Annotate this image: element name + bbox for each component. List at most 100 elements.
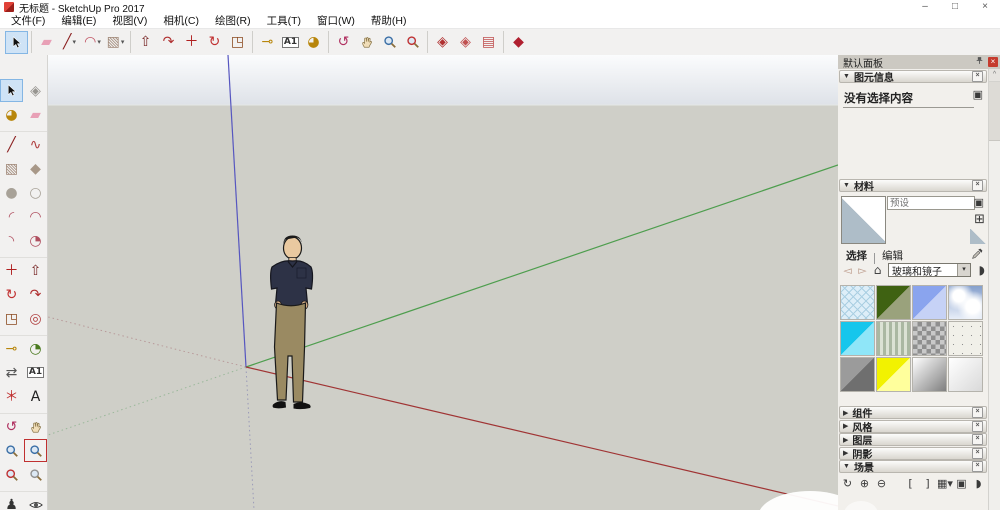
material-swatch-glass-cyan[interactable] — [840, 321, 875, 356]
menu-item-edit[interactable]: 编辑(E) — [53, 14, 104, 28]
default-material-button[interactable] — [970, 229, 986, 244]
scale-tool[interactable]: ◳ — [0, 307, 23, 330]
extension-icon-2[interactable]: ◈ — [454, 31, 477, 54]
material-swatch-glass-yellow[interactable] — [876, 357, 911, 392]
extension-icon-4[interactable]: ◆ — [507, 31, 530, 54]
tray-close-button[interactable]: × — [988, 57, 998, 67]
tape-measure-tool[interactable]: ⊸ — [0, 337, 23, 360]
update-scene-button[interactable]: ↻ — [840, 477, 855, 490]
forward-arrow-icon[interactable]: ▻ — [855, 264, 870, 277]
material-swatch-glass-obscure-speckle[interactable] — [948, 321, 983, 356]
followme-tool[interactable]: ↷ — [157, 31, 180, 54]
orbit-tool[interactable]: ↺ — [332, 31, 355, 54]
collection-details-button[interactable]: ◗ — [979, 263, 985, 277]
rectangle-tool[interactable]: ▧ ▾ — [104, 31, 127, 54]
entity-info-details-button[interactable]: ▣ — [973, 88, 983, 101]
create-material-button[interactable]: ⊞ — [974, 212, 985, 227]
previous-view-tool[interactable] — [24, 463, 47, 486]
chevron-down-icon[interactable]: ▾ — [957, 264, 970, 276]
freehand-tool[interactable]: ∿ — [24, 133, 47, 156]
material-swatch-mirror-metal[interactable] — [912, 357, 947, 392]
pie-tool[interactable]: ◔ — [24, 229, 47, 252]
scale-tool[interactable]: ◳ — [226, 31, 249, 54]
menu-item-file[interactable]: 文件(F) — [3, 14, 53, 28]
model-viewport[interactable] — [48, 55, 838, 510]
offset-tool[interactable]: ◎ — [24, 307, 47, 330]
components-close-button[interactable]: × — [972, 407, 983, 418]
menu-item-window[interactable]: 窗口(W) — [309, 14, 363, 28]
material-name-input[interactable] — [887, 196, 975, 210]
arc-tool[interactable]: ◠ ▾ — [81, 31, 104, 54]
axes-tool[interactable]: ＊ — [0, 385, 23, 408]
rotate-tool[interactable]: ↻ — [203, 31, 226, 54]
shadows-close-button[interactable]: × — [972, 447, 983, 459]
rotate-tool[interactable]: ↻ — [0, 283, 23, 306]
styles-close-button[interactable]: × — [972, 420, 983, 432]
view-options-button[interactable]: ▦▾ — [937, 477, 953, 490]
select-tool[interactable] — [5, 30, 28, 54]
pan-tool[interactable] — [355, 31, 378, 54]
line-tool[interactable]: ╱ ▾ — [58, 31, 81, 54]
tray-scrollbar[interactable]: ^ — [988, 69, 1000, 510]
materials-header[interactable]: ▼ 材料 × — [839, 179, 987, 193]
position-camera-tool[interactable]: ♟ — [0, 493, 23, 510]
text-tool[interactable]: A1 — [24, 361, 47, 384]
minimize-button[interactable]: – — [910, 0, 940, 14]
back-arrow-icon[interactable]: ◅ — [840, 264, 855, 277]
tape-measure-tool[interactable]: ⊸ — [256, 31, 279, 54]
zoom-tool[interactable] — [378, 31, 401, 54]
paint-bucket-tool[interactable]: ◕ — [302, 31, 325, 54]
protractor-tool[interactable]: ◔ — [24, 337, 47, 360]
display-secondary-pane-button[interactable]: ▣ — [974, 196, 984, 209]
styles-header[interactable]: ▶ 风格 × — [839, 419, 987, 434]
line-tool-dropdown[interactable]: ▾ — [72, 38, 76, 46]
maximize-button[interactable]: □ — [940, 0, 970, 14]
line-tool[interactable]: ╱ — [0, 133, 23, 156]
scene-menu-button[interactable]: ◗ — [971, 477, 986, 490]
pushpull-tool[interactable]: ⇧ — [134, 31, 157, 54]
scenes-close-button[interactable]: × — [972, 461, 983, 472]
shadows-header[interactable]: ▶ 阴影 × — [839, 446, 987, 461]
layers-close-button[interactable]: × — [972, 434, 983, 445]
arc-tool-dropdown[interactable]: ▾ — [97, 38, 101, 46]
dimension-tool[interactable]: ⇄ — [0, 361, 23, 384]
look-around-tool[interactable] — [24, 493, 47, 510]
zoom-extents-tool[interactable] — [401, 31, 424, 54]
home-icon[interactable]: ⌂ — [870, 263, 885, 277]
tab-select[interactable]: 选择 — [840, 248, 873, 264]
circle-tool[interactable]: ● — [0, 181, 23, 204]
move-tool[interactable]: ＋ — [0, 259, 23, 282]
scroll-up-arrow[interactable]: ^ — [989, 69, 1000, 82]
material-swatch-mirror-white[interactable] — [948, 357, 983, 392]
followme-tool[interactable]: ↷ — [24, 283, 47, 306]
extension-icon-1[interactable]: ◈ — [431, 31, 454, 54]
make-component-tool[interactable]: ◈ — [24, 79, 47, 102]
material-swatch-glass-gray[interactable] — [840, 357, 875, 392]
rectangle-tool-dropdown[interactable]: ▾ — [121, 38, 125, 46]
rectangle-tool[interactable]: ▧ — [0, 157, 23, 180]
material-swatch-glass-sky-reflection[interactable] — [948, 285, 983, 320]
pin-icon[interactable] — [974, 56, 985, 68]
menu-item-help[interactable]: 帮助(H) — [363, 14, 415, 28]
pushpull-tool[interactable]: ⇧ — [24, 259, 47, 282]
close-button[interactable]: × — [970, 0, 1000, 14]
layers-header[interactable]: ▶ 图层 × — [839, 433, 987, 447]
zoom-extents-tool[interactable] — [0, 463, 23, 486]
move-scene-up-button[interactable]: [ — [903, 477, 918, 490]
move-tool[interactable]: ＋ — [180, 31, 203, 54]
select-tool[interactable] — [0, 79, 23, 102]
collection-dropdown[interactable]: 玻璃和镜子 ▾ — [888, 263, 971, 278]
eraser-tool[interactable]: ▰ — [35, 31, 58, 54]
components-header[interactable]: ▶ 组件 × — [839, 406, 987, 420]
eraser-tool[interactable]: ▰ — [24, 103, 47, 126]
arc-tool[interactable]: ◜ — [0, 205, 23, 228]
move-scene-down-button[interactable]: ] — [920, 477, 935, 490]
rotated-rectangle-tool[interactable]: ◆ — [24, 157, 47, 180]
menu-item-tools[interactable]: 工具(T) — [259, 14, 309, 28]
show-details-button[interactable]: ▣ — [954, 477, 969, 490]
orbit-tool[interactable]: ↺ — [0, 415, 23, 438]
pan-tool[interactable] — [24, 415, 47, 438]
zoom-window-tool[interactable] — [24, 439, 47, 462]
polygon-tool[interactable]: ○ — [24, 181, 47, 204]
menu-item-camera[interactable]: 相机(C) — [155, 14, 207, 28]
